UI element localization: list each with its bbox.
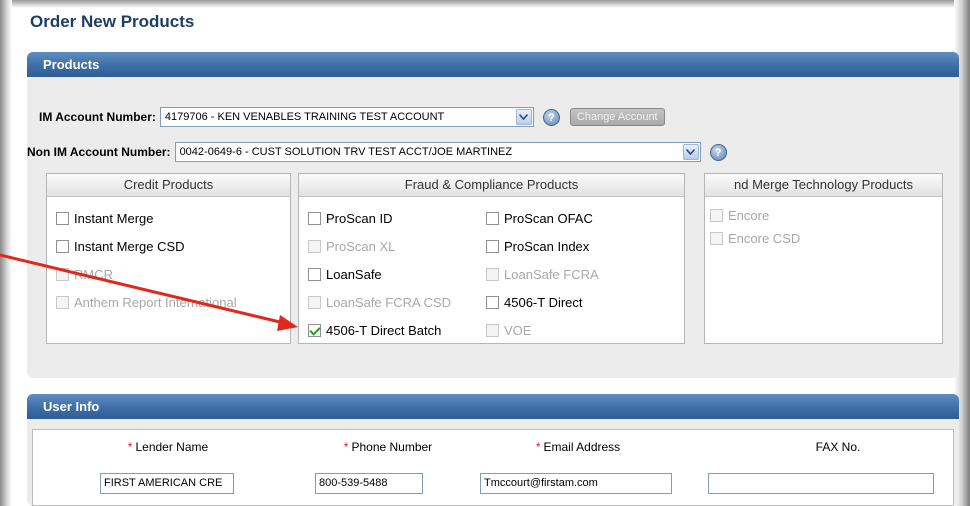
- annotation-arrow: [0, 253, 298, 331]
- arrow-line: [0, 253, 285, 325]
- arrow-head: [277, 315, 298, 331]
